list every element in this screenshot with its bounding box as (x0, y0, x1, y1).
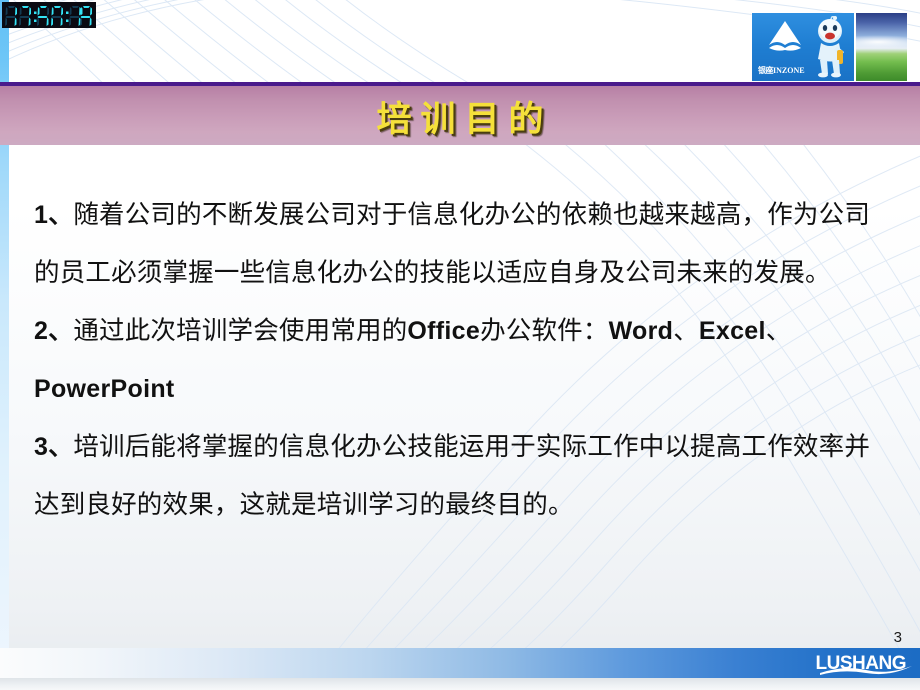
slide-title-band: 培训目的 (0, 82, 920, 145)
slide-title: 培训目的 (376, 100, 553, 139)
latin-run: PowerPoint (34, 375, 175, 403)
corporate-logo-block: 银座INZONE (752, 13, 907, 81)
body-paragraph-2: 2、通过此次培训学会使用常用的Office办公软件：Word、Excel、Pow… (34, 302, 882, 418)
mascot-icon (817, 16, 844, 78)
body-paragraph-3: 3、培训后能将掌握的信息化办公技能运用于实际工作中以提高工作效率并达到良好的效果… (34, 418, 882, 534)
logo-blue-panel: 银座INZONE (752, 13, 854, 81)
footer-brand-logo: LUSHANG (815, 648, 912, 678)
slide: 银座INZONE 培训目的 1、随着公司的不断发展公司对于信息化办公的依赖也越来… (0, 0, 920, 690)
footer-underbar (0, 678, 920, 690)
paragraph-number: 3、 (34, 433, 74, 461)
paragraph-number: 2、 (34, 317, 74, 345)
logo-name-en: INZONE (773, 66, 805, 75)
paragraph-2-text: 2、通过此次培训学会使用常用的Office办公软件：Word、Excel、Pow… (34, 316, 792, 403)
footer-brand-text: LUSHANG (815, 652, 907, 674)
slide-body: 1、随着公司的不断发展公司对于信息化办公的依赖也越来越高，作为公司的员工必须掌握… (34, 186, 882, 534)
sky-grass-photo (853, 13, 907, 81)
latin-run: Word (608, 317, 674, 345)
paragraph-number: 1、 (34, 201, 74, 229)
led-clock (2, 2, 96, 28)
logo-name-cn: 银座 (758, 66, 774, 75)
clock-digits (5, 6, 92, 26)
mountain-wave-mark (769, 21, 801, 51)
body-paragraph-1: 1、随着公司的不断发展公司对于信息化办公的依赖也越来越高，作为公司的员工必须掌握… (34, 186, 882, 302)
paragraph-1-text: 1、随着公司的不断发展公司对于信息化办公的依赖也越来越高，作为公司的员工必须掌握… (34, 200, 871, 287)
page-number: 3 (893, 629, 902, 646)
paragraph-3-text: 3、培训后能将掌握的信息化办公技能运用于实际工作中以提高工作效率并达到良好的效果… (34, 432, 871, 519)
latin-run: Excel (698, 317, 766, 345)
latin-run: Office (407, 317, 481, 345)
footer-bar: LUSHANG (0, 648, 920, 678)
logo-wordmark: 银座INZONE (758, 65, 805, 76)
